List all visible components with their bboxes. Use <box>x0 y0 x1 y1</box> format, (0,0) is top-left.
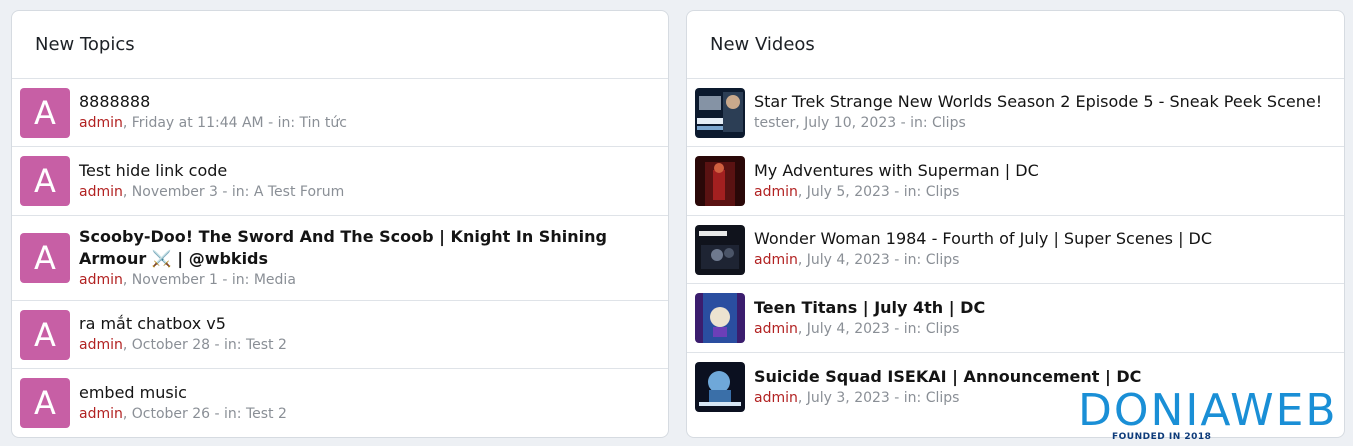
superman-thumbnail[interactable] <box>695 156 745 206</box>
wonderwoman-thumbnail[interactable] <box>695 224 745 275</box>
author-link[interactable]: admin <box>79 115 123 131</box>
new-videos-panel: New Videos Star Trek Strange New Worlds … <box>686 10 1345 438</box>
video-meta-text: , July 5, 2023 - in: Clips <box>797 183 960 200</box>
topic-row[interactable]: A ra mắt chatbox v5 admin, October 28 - … <box>12 301 668 369</box>
topic-meta: admin, November 1 - in: Media <box>79 270 649 291</box>
topic-row[interactable]: A 8888888 admin, Friday at 11:44 AM - in… <box>12 79 668 147</box>
author-link[interactable]: admin <box>79 272 123 288</box>
suicidesquad-thumbnail[interactable] <box>695 362 745 412</box>
topic-title-link[interactable]: Scooby-Doo! The Sword And The Scoob | Kn… <box>79 226 649 270</box>
new-topics-header: New Topics <box>12 11 668 79</box>
video-meta-text: , July 3, 2023 - in: Clips <box>797 389 960 406</box>
author-link[interactable]: admin <box>754 184 798 200</box>
video-row[interactable]: Star Trek Strange New Worlds Season 2 Ep… <box>687 79 1344 147</box>
author-link[interactable]: admin <box>754 390 798 406</box>
topic-title-link[interactable]: Test hide link code <box>79 160 344 182</box>
topic-row[interactable]: A Test hide link code admin, November 3 … <box>12 147 668 216</box>
user-avatar[interactable]: A <box>20 378 70 428</box>
topic-meta-text: , Friday at 11:44 AM - in: Tin tức <box>122 115 347 131</box>
video-title-link[interactable]: Teen Titans | July 4th | DC <box>754 297 985 319</box>
topic-meta-text: , November 1 - in: Media <box>122 271 296 288</box>
video-title-link[interactable]: Wonder Woman 1984 - Fourth of July | Sup… <box>754 228 1212 250</box>
new-videos-title: New Videos <box>710 34 815 55</box>
video-meta-text: , July 10, 2023 - in: Clips <box>795 115 966 131</box>
topic-title-link[interactable]: ra mắt chatbox v5 <box>79 313 287 335</box>
teentitans-thumbnail[interactable] <box>695 293 745 343</box>
video-meta: tester, July 10, 2023 - in: Clips <box>754 113 1322 134</box>
startrek-thumbnail[interactable] <box>695 87 745 138</box>
author-link[interactable]: admin <box>79 184 123 200</box>
topic-title-link[interactable]: 8888888 <box>79 91 347 113</box>
video-meta: admin, July 5, 2023 - in: Clips <box>754 182 1039 203</box>
video-row[interactable]: Teen Titans | July 4th | DC admin, July … <box>687 284 1344 353</box>
video-meta: admin, July 4, 2023 - in: Clips <box>754 250 1212 271</box>
video-title-link[interactable]: My Adventures with Superman | DC <box>754 160 1039 182</box>
watermark-logo-text: DONIAWEB <box>1078 385 1338 436</box>
video-meta-text: , July 4, 2023 - in: Clips <box>797 320 960 337</box>
user-avatar[interactable]: A <box>20 156 70 206</box>
new-videos-header: New Videos <box>687 11 1344 79</box>
topic-meta-text: , October 26 - in: Test 2 <box>122 405 287 422</box>
video-title-link[interactable]: Star Trek Strange New Worlds Season 2 Ep… <box>754 91 1322 113</box>
watermark-tagline: FOUNDED IN 2018 <box>1112 432 1212 442</box>
new-topics-panel: New Topics A 8888888 admin, Friday at 11… <box>11 10 669 438</box>
topic-meta: admin, October 28 - in: Test 2 <box>79 335 287 356</box>
topic-title-link[interactable]: embed music <box>79 382 287 404</box>
doniaweb-watermark: DONIAWEB FOUNDED IN 2018 <box>1074 388 1349 444</box>
topic-meta: admin, November 3 - in: A Test Forum <box>79 182 344 203</box>
topic-row[interactable]: A Scooby-Doo! The Sword And The Scoob | … <box>12 216 668 301</box>
topic-meta: admin, Friday at 11:44 AM - in: Tin tức <box>79 113 347 134</box>
author-link[interactable]: admin <box>79 406 123 422</box>
topic-row[interactable]: A embed music admin, October 26 - in: Te… <box>12 369 668 437</box>
video-meta: admin, July 4, 2023 - in: Clips <box>754 319 985 340</box>
author-link[interactable]: tester <box>754 115 795 131</box>
author-link[interactable]: admin <box>79 337 123 353</box>
video-row[interactable]: Wonder Woman 1984 - Fourth of July | Sup… <box>687 216 1344 284</box>
topic-meta-text: , November 3 - in: A Test Forum <box>122 183 345 200</box>
video-meta-text: , July 4, 2023 - in: Clips <box>797 252 960 268</box>
user-avatar[interactable]: A <box>20 309 70 360</box>
video-row[interactable]: My Adventures with Superman | DC admin, … <box>687 147 1344 216</box>
new-topics-title: New Topics <box>35 34 135 55</box>
topic-meta-text: , October 28 - in: Test 2 <box>122 337 287 353</box>
author-link[interactable]: admin <box>754 252 798 268</box>
topic-meta: admin, October 26 - in: Test 2 <box>79 404 287 425</box>
user-avatar[interactable]: A <box>20 233 70 283</box>
user-avatar[interactable]: A <box>20 87 70 138</box>
author-link[interactable]: admin <box>754 321 798 337</box>
